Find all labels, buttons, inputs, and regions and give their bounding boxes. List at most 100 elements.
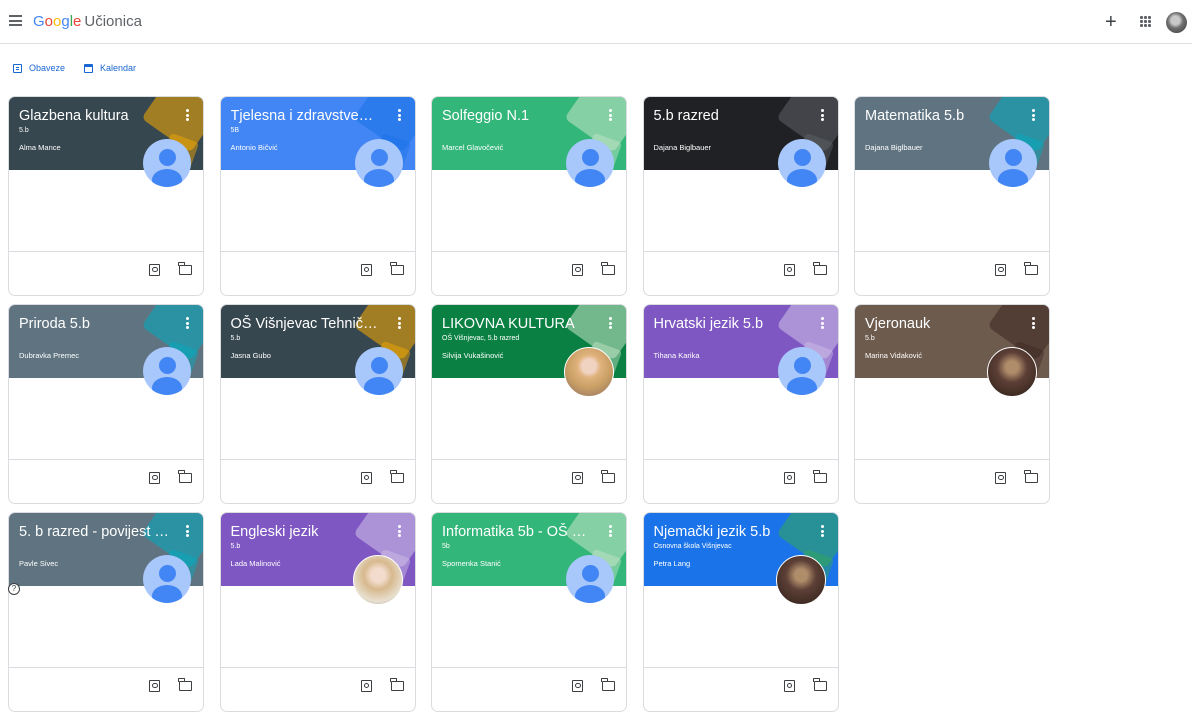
class-card[interactable]: LIKOVNA KULTURA OŠ Višnjevac, 5.b razred… bbox=[431, 304, 627, 504]
class-title[interactable]: LIKOVNA KULTURA bbox=[442, 315, 592, 333]
teacher-avatar bbox=[775, 555, 826, 605]
class-title[interactable]: Informatika 5b - OŠ Višnjevac bbox=[442, 523, 592, 541]
app-logo[interactable]: Google Učionica bbox=[33, 13, 142, 30]
folder-icon[interactable] bbox=[1024, 262, 1038, 275]
class-title[interactable]: 5.b razred bbox=[654, 107, 804, 125]
more-vert-icon[interactable] bbox=[820, 525, 824, 538]
todo-link[interactable]: Obaveze bbox=[13, 63, 65, 73]
assignment-ind-icon[interactable] bbox=[149, 472, 160, 484]
assignment-ind-icon[interactable] bbox=[783, 680, 795, 692]
class-card[interactable]: OŠ Višnjevac Tehnička kultura 5.b Jasna … bbox=[219, 304, 416, 504]
folder-icon[interactable] bbox=[1024, 470, 1038, 483]
folder-icon[interactable] bbox=[812, 678, 827, 691]
folder-icon[interactable] bbox=[601, 678, 615, 691]
class-teacher[interactable]: Spomenka Stanić bbox=[442, 559, 501, 568]
assignment-ind-icon[interactable] bbox=[572, 472, 583, 484]
class-teacher[interactable]: Dubravka Premec bbox=[19, 351, 79, 360]
teacher-avatar bbox=[143, 555, 191, 603]
class-title[interactable]: OŠ Višnjevac Tehnička kultura bbox=[231, 315, 381, 333]
help-icon[interactable]: ? bbox=[8, 583, 20, 595]
assignment-ind-icon[interactable] bbox=[572, 264, 583, 276]
class-card[interactable]: Informatika 5b - OŠ Višnjevac 5b Spomenk… bbox=[431, 512, 627, 712]
folder-icon[interactable] bbox=[178, 470, 192, 483]
more-vert-icon[interactable] bbox=[609, 317, 612, 330]
more-vert-icon[interactable] bbox=[609, 525, 612, 538]
teacher-avatar bbox=[354, 347, 403, 395]
class-teacher[interactable]: Marcel Glavočević bbox=[442, 143, 503, 152]
class-title[interactable]: Matematika 5.b bbox=[865, 107, 1015, 125]
class-card[interactable]: Tjelesna i zdravstvena kultura 5B Antoni… bbox=[219, 96, 416, 296]
assignment-ind-icon[interactable] bbox=[995, 264, 1006, 276]
folder-icon[interactable] bbox=[389, 678, 404, 691]
assignment-ind-icon[interactable] bbox=[995, 472, 1006, 484]
class-card[interactable]: 5. b razred - povijest i geografija Pavl… bbox=[8, 512, 204, 712]
class-card[interactable]: 5.b razred Dajana Biglbauer bbox=[642, 96, 839, 296]
assignment-ind-icon[interactable] bbox=[149, 264, 160, 276]
more-vert-icon[interactable] bbox=[1032, 317, 1035, 330]
folder-icon[interactable] bbox=[389, 262, 404, 275]
folder-icon[interactable] bbox=[812, 470, 827, 483]
class-card[interactable]: Solfeggio N.1 Marcel Glavočević bbox=[431, 96, 627, 296]
class-card[interactable]: Matematika 5.b Dajana Biglbauer bbox=[854, 96, 1050, 296]
class-title[interactable]: Glazbena kultura bbox=[19, 107, 169, 125]
class-teacher[interactable]: Dajana Biglbauer bbox=[654, 143, 712, 152]
assignment-ind-icon[interactable] bbox=[360, 264, 372, 276]
class-teacher[interactable]: Petra Lang bbox=[654, 559, 691, 568]
assignment-ind-icon[interactable] bbox=[360, 680, 372, 692]
apps-grid-icon[interactable] bbox=[1140, 16, 1151, 27]
class-card[interactable]: Hrvatski jezik 5.b Tihana Karika bbox=[642, 304, 839, 504]
class-teacher[interactable]: Marina Vidaković bbox=[865, 351, 922, 360]
folder-icon[interactable] bbox=[178, 262, 192, 275]
class-teacher[interactable]: Jasna Gubo bbox=[231, 351, 271, 360]
class-section: 5.b bbox=[19, 127, 29, 134]
class-title[interactable]: Hrvatski jezik 5.b bbox=[654, 315, 804, 333]
assignment-ind-icon[interactable] bbox=[783, 472, 795, 484]
class-title[interactable]: 5. b razred - povijest i geografija bbox=[19, 523, 169, 541]
class-title[interactable]: Tjelesna i zdravstvena kultura bbox=[231, 107, 381, 125]
more-vert-icon[interactable] bbox=[186, 317, 189, 330]
class-card[interactable]: Vjeronauk 5.b Marina Vidaković bbox=[854, 304, 1050, 504]
class-title[interactable]: Engleski jezik bbox=[231, 523, 381, 541]
class-teacher[interactable]: Tihana Karika bbox=[654, 351, 700, 360]
assignment-ind-icon[interactable] bbox=[149, 680, 160, 692]
more-vert-icon[interactable] bbox=[820, 109, 824, 122]
assignment-ind-icon[interactable] bbox=[572, 680, 583, 692]
class-section: 5.b bbox=[230, 543, 241, 550]
class-teacher[interactable]: Alma Mance bbox=[19, 143, 61, 152]
class-card[interactable]: Glazbena kultura 5.b Alma Mance bbox=[8, 96, 204, 296]
more-vert-icon[interactable] bbox=[186, 109, 189, 122]
assignment-ind-icon[interactable] bbox=[783, 264, 795, 276]
class-teacher[interactable]: Antonio Bičvić bbox=[231, 143, 278, 152]
class-teacher[interactable]: Dajana Biglbauer bbox=[865, 143, 923, 152]
folder-icon[interactable] bbox=[601, 470, 615, 483]
class-teacher[interactable]: Pavle Sivec bbox=[19, 559, 58, 568]
more-vert-icon[interactable] bbox=[186, 525, 189, 538]
class-teacher[interactable]: Silvija Vukašinović bbox=[442, 351, 503, 360]
class-title[interactable]: Solfeggio N.1 bbox=[442, 107, 592, 125]
more-vert-icon[interactable] bbox=[1032, 109, 1035, 122]
calendar-link[interactable]: Kalendar bbox=[84, 63, 136, 73]
more-vert-icon[interactable] bbox=[397, 109, 401, 122]
class-title[interactable]: Njemački jezik 5.b bbox=[654, 523, 804, 541]
class-card[interactable]: Priroda 5.b Dubravka Premec bbox=[8, 304, 204, 504]
assignment-ind-icon[interactable] bbox=[360, 472, 372, 484]
app-name: Učionica bbox=[84, 13, 142, 30]
plus-icon[interactable]: + bbox=[1105, 12, 1117, 32]
folder-icon[interactable] bbox=[601, 262, 615, 275]
folder-icon[interactable] bbox=[389, 470, 404, 483]
more-vert-icon[interactable] bbox=[609, 109, 612, 122]
more-vert-icon[interactable] bbox=[397, 317, 401, 330]
menu-icon[interactable] bbox=[9, 15, 22, 26]
folder-icon[interactable] bbox=[812, 262, 827, 275]
more-vert-icon[interactable] bbox=[820, 317, 824, 330]
class-title[interactable]: Priroda 5.b bbox=[19, 315, 169, 333]
account-avatar[interactable] bbox=[1166, 12, 1187, 33]
class-title[interactable]: Vjeronauk bbox=[865, 315, 1015, 333]
more-vert-icon[interactable] bbox=[397, 525, 401, 538]
class-card[interactable]: Engleski jezik 5.b Lada Malinović bbox=[219, 512, 416, 712]
class-teacher[interactable]: Lada Malinović bbox=[231, 559, 281, 568]
class-section: OŠ Višnjevac, 5.b razred bbox=[442, 335, 520, 342]
class-card[interactable]: Njemački jezik 5.b Osnovna škola Višnjev… bbox=[642, 512, 839, 712]
todo-label: Obaveze bbox=[29, 63, 66, 73]
folder-icon[interactable] bbox=[178, 678, 192, 691]
